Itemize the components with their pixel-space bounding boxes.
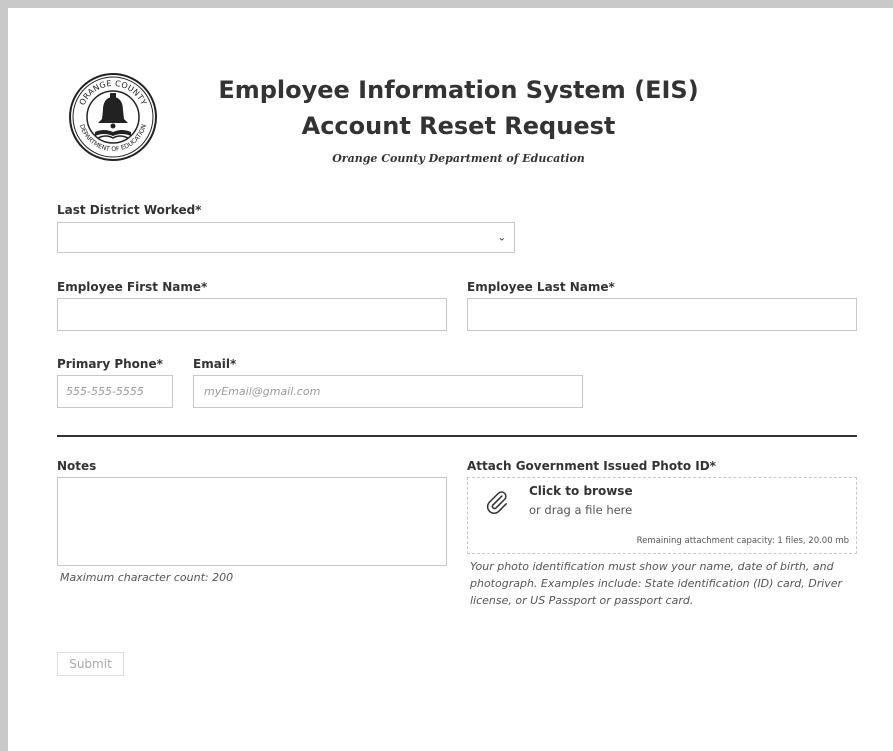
last-name-label: Employee Last Name*	[467, 280, 615, 294]
submit-button[interactable]: Submit	[57, 652, 124, 676]
email-placeholder: myEmail@gmail.com	[204, 385, 321, 398]
attachment-capacity: Remaining attachment capacity: 1 files, …	[636, 536, 849, 546]
first-name-label: Employee First Name*	[57, 280, 208, 294]
chevron-down-icon: ⌄	[497, 232, 506, 243]
attachment-label: Attach Government Issued Photo ID*	[467, 459, 716, 473]
email-input[interactable]: myEmail@gmail.com	[193, 375, 583, 408]
email-label: Email*	[193, 357, 237, 371]
district-select[interactable]: ⌄	[57, 222, 515, 253]
notes-char-limit-hint: Maximum character count: 200	[60, 571, 234, 584]
page-title: Employee Information System (EIS)	[218, 76, 699, 104]
attachment-dropzone[interactable]: Click to browse or drag a file here Rema…	[467, 477, 857, 554]
section-divider	[57, 435, 857, 437]
phone-placeholder: 555-555-5555	[66, 385, 144, 398]
browse-link[interactable]: Click to browse	[529, 484, 633, 498]
phone-input[interactable]: 555-555-5555	[57, 375, 173, 408]
last-name-input[interactable]	[467, 298, 857, 331]
organization-name: Orange County Department of Education	[332, 152, 585, 165]
notes-textarea[interactable]	[57, 477, 447, 566]
paperclip-icon	[486, 491, 507, 514]
photo-id-requirements: Your photo identification must show your…	[470, 560, 843, 607]
page-subtitle-heading: Account Reset Request	[301, 112, 616, 140]
phone-label: Primary Phone*	[57, 357, 163, 371]
notes-label: Notes	[57, 459, 97, 473]
first-name-input[interactable]	[57, 298, 447, 331]
district-label: Last District Worked*	[57, 203, 202, 217]
drag-instructions: or drag a file here	[529, 503, 633, 517]
